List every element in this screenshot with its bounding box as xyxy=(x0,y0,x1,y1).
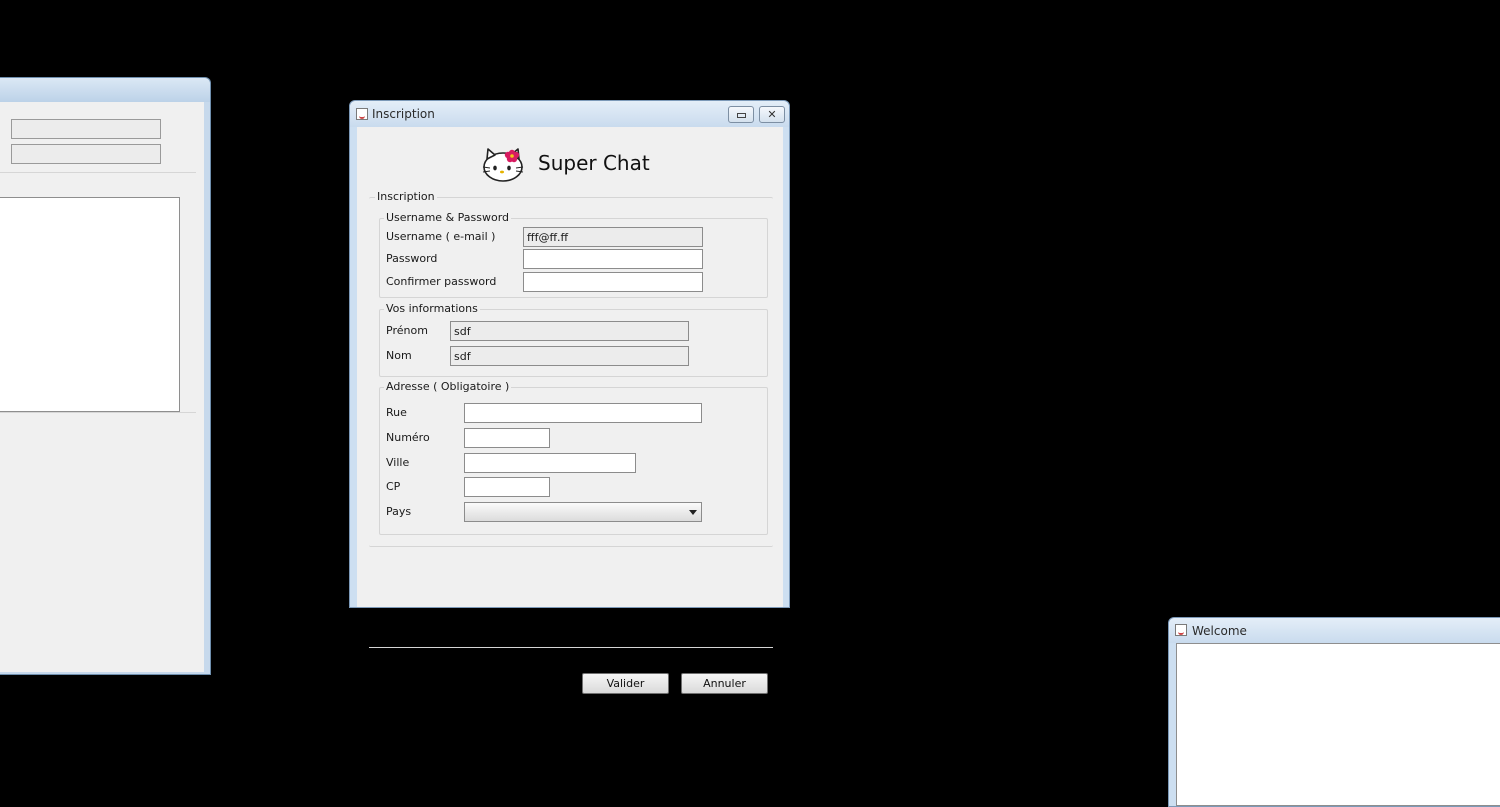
welcome-title: Welcome xyxy=(1192,624,1247,638)
welcome-client-area xyxy=(1176,643,1500,806)
cp-field[interactable] xyxy=(464,477,550,497)
rue-field[interactable] xyxy=(464,403,702,423)
background-window-left xyxy=(0,77,211,675)
validate-button[interactable]: Valider xyxy=(582,673,669,694)
pays-label: Pays xyxy=(386,505,412,518)
minimize-icon xyxy=(736,113,746,118)
java-app-icon xyxy=(356,108,368,120)
inscription-dialog: Inscription ✕ Super Chat Inscription Use… xyxy=(349,100,790,694)
confirm-password-field[interactable] xyxy=(523,272,703,292)
rue-label: Rue xyxy=(386,406,407,419)
password-field[interactable] xyxy=(523,249,703,269)
background-window-client xyxy=(0,102,204,672)
username-password-legend: Username & Password xyxy=(384,211,512,224)
dialog-title: Inscription xyxy=(372,107,435,121)
background-separator xyxy=(0,172,196,173)
dialog-titlebar[interactable]: Inscription ✕ xyxy=(350,101,789,127)
prenom-field[interactable] xyxy=(450,321,689,341)
confirm-password-label: Confirmer password xyxy=(386,275,497,288)
prenom-label: Prénom xyxy=(386,324,428,337)
java-app-icon xyxy=(1175,624,1187,636)
cp-label: CP xyxy=(386,480,401,493)
numero-field[interactable] xyxy=(464,428,550,448)
background-window-titlebar[interactable] xyxy=(0,78,210,102)
password-label: Password xyxy=(386,252,438,265)
minimize-button[interactable] xyxy=(728,106,754,123)
welcome-titlebar[interactable]: Welcome xyxy=(1169,618,1500,643)
address-group: Adresse ( Obligatoire ) Rue Numéro Ville… xyxy=(379,380,768,535)
background-text-field-2[interactable] xyxy=(11,144,161,164)
app-title: Super Chat xyxy=(538,151,650,175)
dialog-client-area: Super Chat Inscription Username & Passwo… xyxy=(357,127,783,694)
footer-separator xyxy=(369,647,773,648)
nom-label: Nom xyxy=(386,349,412,362)
background-text-field-1[interactable] xyxy=(11,119,161,139)
nom-field[interactable] xyxy=(450,346,689,366)
username-password-group: Username & Password Username ( e-mail ) … xyxy=(379,211,768,298)
close-button[interactable]: ✕ xyxy=(759,106,785,123)
close-icon: ✕ xyxy=(767,108,777,121)
ville-label: Ville xyxy=(386,456,410,469)
pays-dropdown[interactable] xyxy=(464,502,702,522)
username-label: Username ( e-mail ) xyxy=(386,230,496,243)
hello-kitty-logo-icon xyxy=(482,148,524,182)
username-field[interactable] xyxy=(523,227,703,247)
welcome-window: Welcome xyxy=(1168,617,1500,807)
ville-field[interactable] xyxy=(464,453,636,473)
chevron-down-icon[interactable] xyxy=(689,510,697,515)
background-separator-2 xyxy=(0,412,196,413)
background-text-area[interactable] xyxy=(0,197,180,412)
inscription-section-label: Inscription xyxy=(375,190,437,203)
personal-info-group: Vos informations Prénom Nom xyxy=(379,302,768,377)
address-legend: Adresse ( Obligatoire ) xyxy=(384,380,512,393)
personal-info-legend: Vos informations xyxy=(384,302,480,315)
numero-label: Numéro xyxy=(386,431,430,444)
cancel-button[interactable]: Annuler xyxy=(681,673,768,694)
